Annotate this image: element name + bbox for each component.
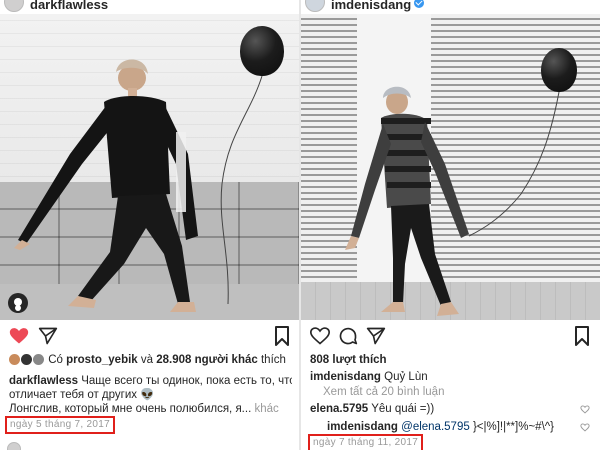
more-link[interactable]: khác (254, 403, 278, 415)
likes-count[interactable]: 808 lượt thích (310, 353, 592, 367)
likes-prefix: Có (48, 354, 63, 366)
post-date-highlighted: ngày 7 tháng 11, 2017 (308, 434, 424, 450)
bookmark-icon[interactable] (274, 326, 290, 346)
post-actions (301, 326, 600, 348)
caption-text: Чаще всего ты одинок, пока есть то, что (81, 375, 292, 387)
post-imdenisdang: imdenisdang 808 lượt thích imdenisdang Q… (301, 0, 600, 450)
liker-username[interactable]: prosto_yebik (66, 354, 138, 366)
post-actions (0, 326, 300, 348)
comment-username[interactable]: elena.5795 (310, 403, 368, 415)
likes-mid: và (140, 354, 154, 366)
likes-count[interactable]: 28.908 người khác (156, 354, 258, 366)
post-date-highlighted: ngày 5 tháng 7, 2017 (5, 416, 115, 434)
verified-badge-icon (414, 0, 424, 8)
caption-text: Quỷ Lùn (384, 371, 428, 383)
commenter-avatar (7, 442, 21, 450)
comment-mention[interactable]: @elena.5795 (401, 421, 470, 433)
comment-text: Yêu quái =)) (371, 403, 435, 415)
bookmark-icon[interactable] (574, 326, 590, 346)
paper-plane-icon[interactable] (38, 326, 58, 346)
view-all-comments-link[interactable]: Xem tất cả 20 bình luận (323, 385, 592, 399)
comment-row: elena.5795 Yêu quái =)) (310, 402, 592, 416)
paper-plane-icon[interactable] (366, 326, 386, 346)
caption-username[interactable]: imdenisdang (310, 371, 381, 383)
caption-text: отличает тебя от других 👽 (9, 389, 155, 401)
caption-line: imdenisdang Quỷ Lùn (310, 370, 592, 384)
post-photo[interactable] (0, 14, 300, 320)
comment-bubble-icon[interactable] (338, 326, 358, 346)
post-header: imdenisdang (301, 0, 600, 14)
post-photo[interactable] (301, 14, 600, 320)
liker-avatar (21, 354, 32, 365)
small-heart-icon[interactable] (580, 405, 590, 414)
caption-line: отличает тебя от других 👽 (9, 388, 292, 402)
shopping-bag-icon[interactable] (8, 293, 28, 313)
post-username[interactable]: imdenisdang (331, 0, 411, 12)
post-header: darkflawless (0, 0, 300, 14)
avatar[interactable] (4, 0, 24, 12)
comment-username[interactable]: imdenisdang (327, 421, 398, 433)
caption-line: Лонгслив, который мне очень полюбился, я… (9, 402, 292, 416)
post-username[interactable]: darkflawless (30, 0, 108, 12)
liker-avatar (9, 354, 20, 365)
liker-avatar (33, 354, 44, 365)
likes-suffix: thích (260, 354, 286, 366)
avatar[interactable] (305, 0, 325, 12)
caption-line: darkflawless Чаще всего ты одинок, пока … (9, 374, 292, 388)
person-figure (345, 86, 560, 316)
heart-outline-icon[interactable] (310, 326, 330, 346)
caption-username[interactable]: darkflawless (9, 375, 78, 387)
post-darkflawless: darkflawless Có prosto_yebik và 28.908 n… (0, 0, 300, 450)
small-heart-icon[interactable] (580, 423, 590, 432)
comment-row: imdenisdang @elena.5795 }<|%]!|**]%~#\^} (327, 420, 592, 434)
comment-text: }<|%]!|**]%~#\^} (472, 421, 554, 433)
heart-filled-icon[interactable] (9, 326, 29, 346)
caption-text: Лонгслив, который мне очень полюбился, я… (9, 403, 252, 415)
person-figure (14, 59, 263, 312)
likes-line: Có prosto_yebik và 28.908 người khác thí… (9, 353, 292, 367)
